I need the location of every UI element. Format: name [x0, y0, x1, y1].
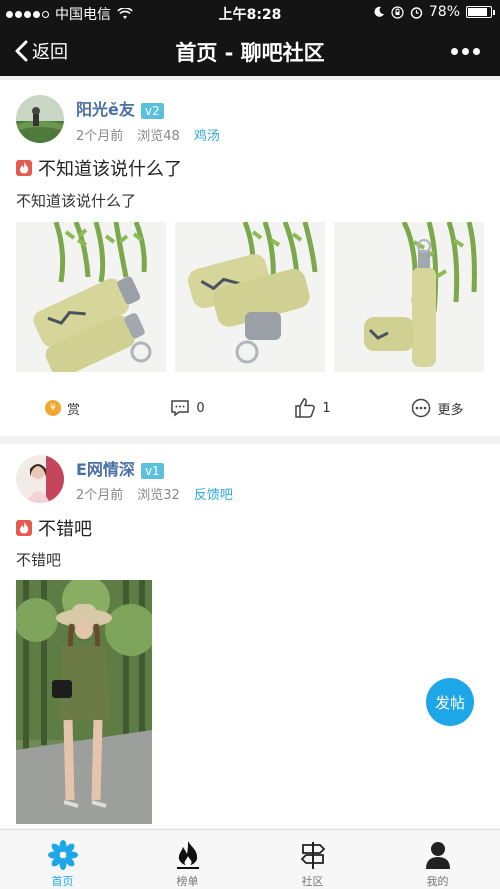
- post-meta: 2个月前 浏览48 鸡汤: [76, 125, 220, 144]
- category-tag[interactable]: 鸡汤: [194, 125, 220, 144]
- post-time: 2个月前: [76, 129, 124, 144]
- hot-icon: [16, 520, 32, 536]
- comment-button[interactable]: 0: [125, 388, 250, 428]
- battery-percent: 78%: [428, 4, 460, 20]
- post-image[interactable]: [16, 222, 166, 372]
- post-title-text: 不知道该说什么了: [38, 159, 182, 180]
- tab-rankings[interactable]: 榜单: [125, 830, 250, 889]
- flower-icon: [47, 840, 78, 870]
- tab-home-label: 首页: [51, 875, 74, 888]
- view-count: 浏览32: [137, 488, 180, 503]
- signpost-icon: [300, 842, 325, 869]
- reward-label: 赏: [66, 402, 80, 418]
- post-image[interactable]: [16, 580, 152, 824]
- tab-community-label: 社区: [301, 875, 324, 888]
- more-icon: [412, 398, 431, 418]
- username[interactable]: 阳光ě友 v2: [76, 96, 164, 120]
- reward-icon: ¥: [44, 400, 61, 416]
- post-time: 2个月前: [76, 488, 124, 503]
- battery-icon: [466, 6, 495, 18]
- more-button[interactable]: 更多: [375, 388, 500, 428]
- status-bar: 中国电信 上午8:28 78%: [0, 0, 500, 26]
- status-right: 78%: [373, 4, 495, 20]
- post-body: 不错吧: [16, 551, 62, 569]
- post-card[interactable]: E网情深 v1 2个月前 浏览32 反馈吧 不错吧 不错吧: [0, 444, 500, 828]
- moon-icon: [374, 6, 384, 17]
- post-image[interactable]: [334, 222, 484, 372]
- post-title[interactable]: 不知道该说什么了: [16, 155, 182, 181]
- person-icon: [425, 842, 450, 869]
- post-body: 不知道该说什么了: [16, 192, 137, 210]
- post-meta: 2个月前 浏览32 反馈吧: [76, 484, 233, 503]
- level-badge: v2: [140, 102, 164, 119]
- level-badge: v1: [140, 462, 164, 479]
- reward-button[interactable]: ¥ 赏: [0, 388, 125, 428]
- tab-profile[interactable]: 我的: [375, 830, 500, 889]
- username-text: E网情深: [76, 460, 135, 479]
- tab-home[interactable]: 首页: [0, 830, 125, 889]
- post-card[interactable]: 阳光ě友 v2 2个月前 浏览48 鸡汤 不知道该说什么了 不知道该说什么了 ¥…: [0, 80, 500, 436]
- tab-community[interactable]: 社区: [250, 830, 375, 889]
- nav-bar: 返回 首页 - 聊吧社区: [0, 26, 500, 76]
- hot-icon: [16, 160, 32, 176]
- tab-rankings-label: 榜单: [176, 875, 199, 888]
- view-count: 浏览48: [137, 129, 180, 144]
- lock-rotation-icon: [391, 5, 404, 19]
- alarm-icon: [410, 6, 423, 19]
- thumbs-up-icon: [295, 398, 316, 418]
- like-count: 1: [322, 400, 331, 416]
- comment-icon: [171, 400, 190, 417]
- avatar[interactable]: [16, 95, 64, 143]
- category-tag[interactable]: 反馈吧: [194, 484, 233, 503]
- like-button[interactable]: 1: [250, 388, 375, 428]
- username[interactable]: E网情深 v1: [76, 456, 164, 480]
- post-title-text: 不错吧: [38, 519, 92, 540]
- avatar[interactable]: [16, 455, 64, 503]
- page-title: 首页 - 聊吧社区: [175, 41, 325, 65]
- new-post-button[interactable]: 发帖: [426, 678, 474, 726]
- fire-icon: [176, 841, 199, 869]
- post-title[interactable]: 不错吧: [16, 515, 92, 541]
- more-menu-button[interactable]: [451, 48, 480, 55]
- post-actions: ¥ 赏 0 1 更多: [0, 388, 500, 428]
- username-text: 阳光ě友: [76, 100, 135, 119]
- more-label: 更多: [437, 402, 464, 418]
- tab-bar: 首页 榜单 社区 我的: [0, 829, 500, 889]
- comment-count: 0: [196, 400, 205, 416]
- tab-profile-label: 我的: [426, 875, 449, 888]
- post-image[interactable]: [175, 222, 325, 372]
